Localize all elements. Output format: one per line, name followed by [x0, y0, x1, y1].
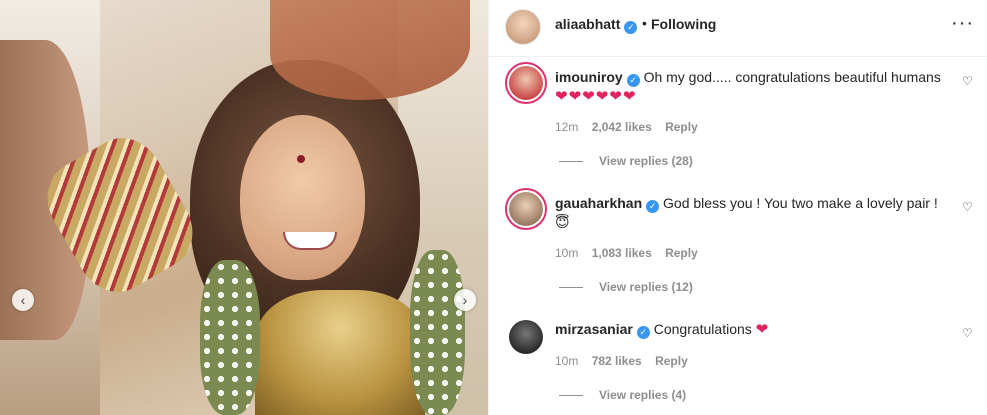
- heart-emoji-row: ❤❤❤❤❤❤: [555, 88, 637, 105]
- post-author[interactable]: aliaabhatt ✓: [555, 16, 638, 34]
- verified-badge-icon: ✓: [624, 21, 638, 34]
- comment-body: Oh my god..... congratulations beautiful…: [643, 69, 941, 85]
- view-replies-button[interactable]: View replies (12): [559, 280, 693, 294]
- verified-badge-icon: ✓: [626, 74, 640, 87]
- photo-necklace: [255, 290, 425, 415]
- avatar[interactable]: [505, 9, 541, 45]
- view-replies-label[interactable]: View replies (12): [599, 280, 693, 294]
- comment-likes[interactable]: 1,083 likes: [592, 246, 652, 260]
- verified-badge-icon: ✓: [646, 200, 660, 213]
- comment-username[interactable]: gauaharkhan: [555, 195, 642, 211]
- verified-badge-icon: ✓: [636, 326, 650, 339]
- post-photo[interactable]: ‹ ›: [0, 0, 488, 415]
- comment-meta: 12m 2,042 likes Reply: [555, 120, 708, 134]
- comment-body: Congratulations: [653, 321, 752, 337]
- more-horizontal-icon[interactable]: ···: [951, 13, 974, 33]
- photo-flowers-left: [200, 260, 260, 415]
- comment-likes[interactable]: 782 likes: [592, 354, 642, 368]
- comment-meta: 10m 1,083 likes Reply: [555, 246, 708, 260]
- view-replies-button[interactable]: View replies (28): [559, 154, 693, 168]
- avatar[interactable]: [505, 316, 547, 358]
- comment-likes[interactable]: 2,042 likes: [592, 120, 652, 134]
- heart-icon[interactable]: ♡: [962, 74, 973, 88]
- replies-divider-line: [559, 395, 583, 397]
- reply-button[interactable]: Reply: [655, 354, 688, 368]
- replies-divider-line: [559, 287, 583, 289]
- heart-icon[interactable]: ♡: [962, 200, 973, 214]
- chevron-right-icon[interactable]: ›: [454, 289, 476, 311]
- comment-text: gauaharkhan ✓ God bless you ! You two mak…: [555, 194, 945, 231]
- instagram-post: ‹ › aliaabhatt ✓ • Following ··· imouniro…: [0, 0, 987, 415]
- comments-panel: aliaabhatt ✓ • Following ··· imouniroy ✓ O…: [488, 0, 987, 415]
- header-separator: •: [642, 15, 647, 31]
- post-author-username[interactable]: aliaabhatt: [555, 16, 620, 32]
- comment-username[interactable]: mirzasaniar: [555, 321, 633, 337]
- reply-button[interactable]: Reply: [665, 120, 698, 134]
- comment-body: God bless you ! You two make a lovely pa…: [663, 195, 938, 211]
- chevron-left-icon[interactable]: ‹: [12, 289, 34, 311]
- comment-text: mirzasaniar ✓ Congratulations ❤: [555, 320, 945, 339]
- heart-icon[interactable]: ♡: [962, 326, 973, 340]
- photo-bride-face: [240, 115, 365, 280]
- reply-button[interactable]: Reply: [665, 246, 698, 260]
- replies-divider-line: [559, 161, 583, 163]
- photo-flowers-right: [410, 250, 465, 415]
- heart-emoji: ❤: [755, 321, 770, 338]
- avatar[interactable]: [505, 62, 547, 104]
- avatar[interactable]: [505, 188, 547, 230]
- comment-text: imouniroy ✓ Oh my god..... congratulation…: [555, 68, 945, 106]
- view-replies-label[interactable]: View replies (28): [599, 154, 693, 168]
- comment-meta: 10m 782 likes Reply: [555, 354, 698, 368]
- comment-username[interactable]: imouniroy: [555, 69, 623, 85]
- view-replies-label[interactable]: View replies (4): [599, 388, 686, 402]
- comment-time: 12m: [555, 120, 579, 134]
- photo-bindi: [297, 155, 305, 163]
- comment-time: 10m: [555, 246, 579, 260]
- comment-time: 10m: [555, 354, 579, 368]
- following-button[interactable]: Following: [651, 16, 716, 32]
- post-header: aliaabhatt ✓ • Following ···: [489, 0, 987, 57]
- view-replies-button[interactable]: View replies (4): [559, 388, 686, 402]
- smiling-halo-emoji: 😇: [555, 214, 570, 230]
